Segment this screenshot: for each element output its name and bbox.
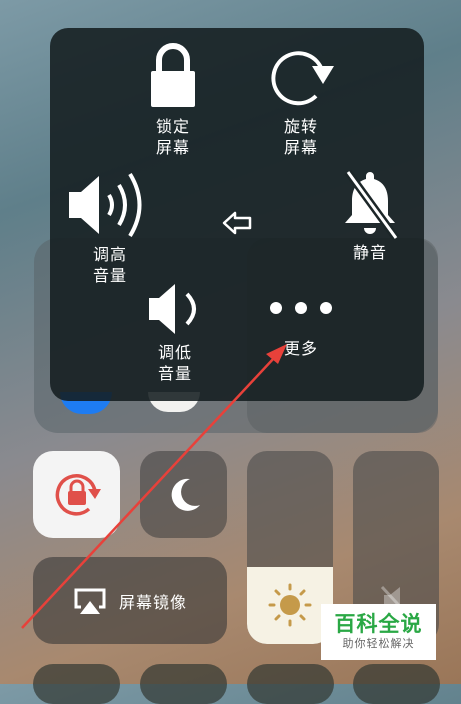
watermark-subtitle: 助你轻松解决: [342, 637, 415, 650]
watermark-title: 百科全说: [334, 612, 423, 636]
annotation-arrow: [21, 344, 287, 629]
watermark-logo: 百科全说 助你轻松解决: [321, 604, 436, 660]
